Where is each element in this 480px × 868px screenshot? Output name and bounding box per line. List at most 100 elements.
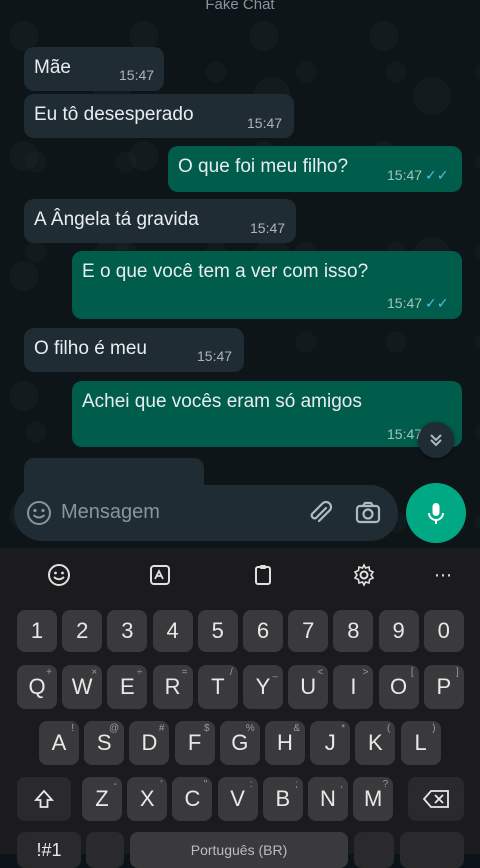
clipboard-icon[interactable]: [250, 562, 276, 588]
key-t[interactable]: T /: [197, 665, 238, 709]
key-label: K: [368, 730, 383, 755]
backspace-icon: [422, 790, 449, 808]
key-x[interactable]: X ': [127, 777, 168, 821]
key-label: T: [211, 674, 225, 699]
chat-area[interactable]: Fake Chat Mãe 15:47 Eu tô desesperado 15…: [0, 0, 480, 548]
key-5[interactable]: 5: [197, 610, 238, 652]
key-d[interactable]: D #: [129, 721, 170, 765]
key-w[interactable]: W ×: [62, 665, 103, 709]
key-hint: &: [293, 723, 300, 734]
key-hint: /: [230, 667, 233, 678]
key-p[interactable]: P]: [423, 665, 464, 709]
key-hint: ": [203, 779, 208, 790]
period-key[interactable]: [354, 832, 394, 868]
settings-gear-icon[interactable]: [351, 562, 377, 588]
double-check-icon: ✓✓: [425, 295, 449, 311]
key-y[interactable]: Y _: [243, 665, 283, 709]
key-m[interactable]: M?: [353, 777, 394, 821]
comma-key[interactable]: [86, 832, 124, 868]
message-bubble[interactable]: O filho é meu 15:47: [24, 328, 244, 372]
key-j[interactable]: J *: [310, 721, 351, 765]
key-1[interactable]: 1: [17, 610, 57, 652]
paperclip-icon[interactable]: [306, 499, 334, 532]
key-hint: [: [410, 667, 414, 678]
key-l[interactable]: L): [400, 721, 441, 765]
key-label: 0: [437, 618, 450, 643]
key-label: U: [300, 674, 317, 699]
message-bubble[interactable]: E o que você tem a ver com isso? 15:47 ✓✓: [72, 251, 462, 319]
key-hint: *: [341, 723, 346, 734]
key-6[interactable]: 6: [243, 610, 283, 652]
symbols-key[interactable]: !#1: [17, 832, 81, 868]
message-bubble[interactable]: A Ângela tá gravida 15:47: [24, 199, 296, 243]
key-label: R: [164, 674, 181, 699]
key-z[interactable]: Z-: [82, 777, 122, 821]
key-s[interactable]: S @: [84, 721, 125, 765]
more-options-icon[interactable]: ⋯: [430, 562, 456, 588]
key-c[interactable]: C ": [172, 777, 213, 821]
backspace-key[interactable]: [408, 777, 464, 821]
key-label: M: [364, 786, 383, 811]
sticker-icon[interactable]: [147, 562, 173, 588]
space-key[interactable]: Português (BR): [130, 832, 348, 868]
camera-icon[interactable]: [354, 499, 382, 532]
key-o[interactable]: O[: [378, 665, 419, 709]
key-i[interactable]: I >: [333, 665, 374, 709]
message-time: 15:47: [387, 426, 423, 442]
message-bubble[interactable]: O que foi meu filho? 15:47 ✓✓: [168, 146, 462, 192]
key-h[interactable]: H &: [265, 721, 305, 765]
key-label: 1: [30, 618, 44, 643]
message-text: O que foi meu filho?: [178, 156, 349, 177]
message-composer[interactable]: Mensagem: [14, 485, 398, 541]
key-q[interactable]: Q +: [17, 665, 57, 709]
keyboard[interactable]: ⋯ 1 2 3 4 5 6 7 8 9 0 Q + W × E ÷ R = T / Y _ U < I > O[P] A! S @ D # F $…: [0, 548, 480, 868]
key-0[interactable]: 0: [423, 610, 464, 652]
message-text: E o que você tem a ver com isso?: [82, 261, 369, 282]
enter-key[interactable]: [400, 832, 464, 868]
emoji-keyboard-icon[interactable]: [46, 562, 72, 588]
key-label: A: [51, 730, 67, 755]
key-b[interactable]: B;: [262, 777, 303, 821]
key-label: W: [71, 674, 93, 699]
key-hint: >: [362, 667, 369, 678]
key-k[interactable]: K(: [355, 721, 396, 765]
message-time-value: 15:47: [387, 295, 423, 311]
message-bubble[interactable]: Achei que vocês eram só amigos 15:47: [72, 381, 462, 447]
key-hint: :: [249, 779, 253, 790]
message-bubble[interactable]: Eu tô desesperado 15:47: [24, 94, 294, 138]
message-time: 15:47 ✓✓: [387, 295, 449, 312]
keyboard-toolbar: ⋯: [0, 548, 480, 600]
key-e[interactable]: E ÷: [107, 665, 148, 709]
message-time: 15:47: [119, 67, 155, 83]
key-u[interactable]: U <: [288, 665, 329, 709]
key-label: Z: [95, 786, 109, 811]
message-input[interactable]: Mensagem: [61, 501, 160, 524]
shift-icon: [33, 789, 55, 808]
key-3[interactable]: 3: [107, 610, 148, 652]
shift-key[interactable]: [17, 777, 71, 821]
key-hint: !: [71, 723, 74, 734]
double-check-icon: ✓✓: [425, 167, 449, 183]
key-hint: _: [272, 667, 278, 678]
key-f[interactable]: F $: [174, 721, 215, 765]
key-hint: @: [109, 723, 120, 734]
key-label: H: [277, 730, 293, 755]
key-8[interactable]: 8: [333, 610, 374, 652]
key-r[interactable]: R =: [152, 665, 193, 709]
key-v[interactable]: V:: [217, 777, 258, 821]
key-9[interactable]: 9: [378, 610, 419, 652]
key-4[interactable]: 4: [152, 610, 193, 652]
key-2[interactable]: 2: [62, 610, 103, 652]
emoji-icon[interactable]: [26, 500, 52, 531]
scroll-to-bottom-button[interactable]: [418, 422, 454, 458]
key-n[interactable]: N,: [308, 777, 348, 821]
message-bubble[interactable]: Mãe 15:47: [24, 47, 164, 91]
key-7[interactable]: 7: [288, 610, 329, 652]
key-label: D: [141, 730, 158, 755]
key-hint: ×: [91, 667, 98, 678]
key-a[interactable]: A!: [39, 721, 79, 765]
key-label: C: [184, 786, 201, 811]
key-g[interactable]: G%: [219, 721, 260, 765]
mic-button[interactable]: [406, 483, 466, 543]
key-label: 9: [392, 618, 405, 643]
